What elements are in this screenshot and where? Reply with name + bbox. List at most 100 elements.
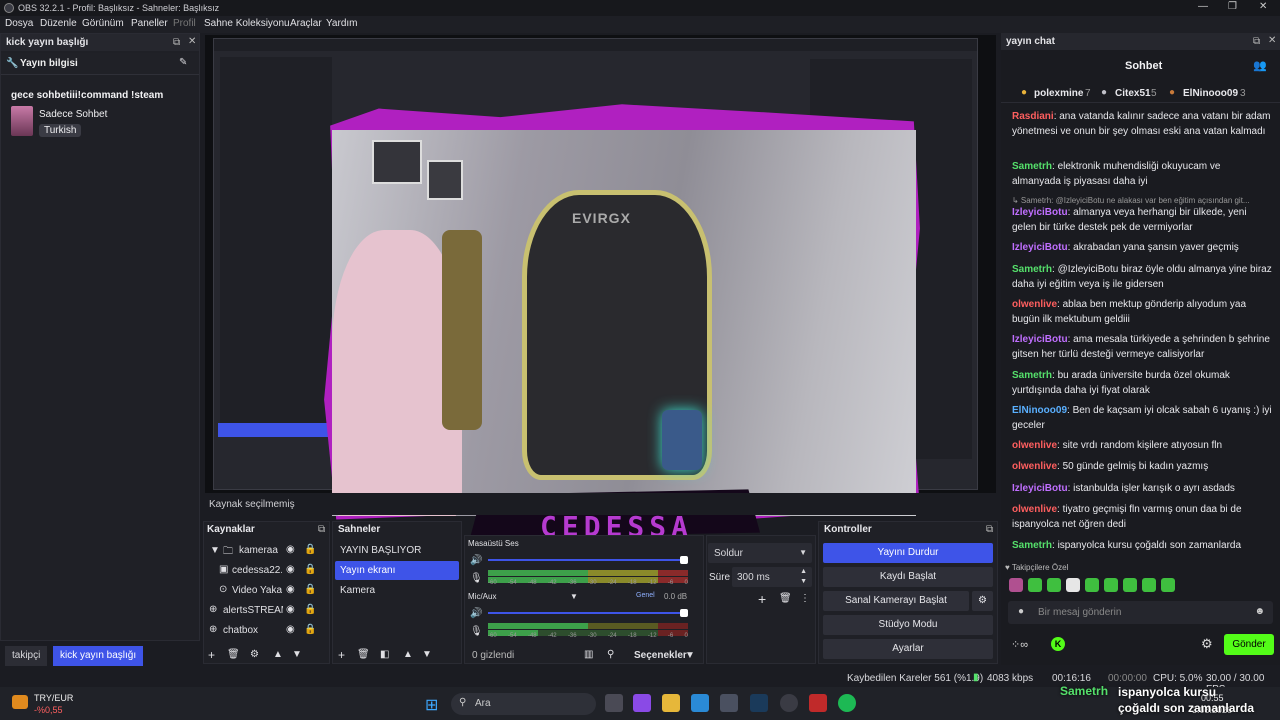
lock-icon[interactable]: 🔒 <box>304 604 316 615</box>
emote-icon[interactable] <box>1142 578 1156 592</box>
scene-item-selected[interactable]: Yayın ekranı <box>340 565 395 576</box>
filter-icon[interactable]: ◧ <box>380 649 389 660</box>
emote-icon[interactable] <box>1161 578 1175 592</box>
transition-select[interactable]: Soldur ▼ <box>708 543 812 563</box>
volume-slider-handle[interactable] <box>680 609 688 617</box>
source-item[interactable]: chatbox <box>223 625 258 636</box>
start-virtual-camera-button[interactable]: Sanal Kamerayı Başlat <box>823 591 969 611</box>
menu-scene-collection[interactable]: Sahne Koleksiyonu <box>204 18 290 29</box>
store-icon[interactable] <box>720 694 738 712</box>
mic-muted-icon[interactable]: 🎙 <box>470 626 483 637</box>
expand-icon[interactable]: ▼ <box>210 545 220 556</box>
lock-icon[interactable]: 🔒 <box>304 584 316 595</box>
volume-slider[interactable] <box>488 559 688 561</box>
trash-icon[interactable]: 🗑 <box>779 593 792 604</box>
layout-icon[interactable]: ▥ <box>584 649 593 660</box>
down-icon[interactable]: ▼ <box>292 649 302 660</box>
tab-kick-title[interactable]: kick yayın başlığı <box>53 646 144 666</box>
source-item[interactable]: alertsSTREAML <box>223 605 283 616</box>
mixer-options[interactable]: Seçenekler <box>634 650 687 661</box>
emoji-icon[interactable]: ☻ <box>1254 606 1265 617</box>
speaker-icon[interactable]: 🔊 <box>470 555 482 566</box>
source-item[interactable]: kameraa <box>239 545 278 556</box>
emote-icon[interactable] <box>1047 578 1061 592</box>
emote-icon[interactable] <box>1085 578 1099 592</box>
close-icon[interactable]: ✕ <box>1268 35 1276 46</box>
gear-icon[interactable]: ⚙ <box>250 649 259 660</box>
emote-icon[interactable] <box>1028 578 1042 592</box>
minimize-icon[interactable]: — <box>1198 1 1208 12</box>
users-icon[interactable]: 👥 <box>1253 59 1267 72</box>
add-icon[interactable]: + <box>758 591 766 607</box>
menu-file[interactable]: Dosya <box>5 18 33 29</box>
menu-edit[interactable]: Düzenle <box>40 18 77 29</box>
windows-start-icon[interactable]: ⊞ <box>425 695 438 715</box>
scene-item[interactable]: Kamera <box>340 585 375 596</box>
eye-icon[interactable]: ◉ <box>286 584 295 595</box>
edge-icon[interactable] <box>691 694 709 712</box>
close-icon[interactable]: ✕ <box>188 36 196 47</box>
source-item[interactable]: cedessa22.pi <box>232 565 282 576</box>
menu-docks[interactable]: Paneller <box>131 18 168 29</box>
gear-icon[interactable]: ⚙ <box>972 591 993 611</box>
add-icon[interactable]: + <box>208 648 215 662</box>
eye-icon[interactable]: ◉ <box>286 604 295 615</box>
down-icon[interactable]: ▼ <box>422 649 432 660</box>
chevron-down-icon[interactable]: ▼ <box>799 548 807 557</box>
start-recording-button[interactable]: Kaydı Başlat <box>823 567 993 587</box>
up-icon[interactable]: ▲ <box>403 649 413 660</box>
mic-muted-icon[interactable]: 🎙 <box>470 573 483 584</box>
stop-streaming-button[interactable]: Yayını Durdur <box>823 543 993 563</box>
folder-icon[interactable] <box>662 694 680 712</box>
float-icon[interactable]: ⧉ <box>318 524 325 535</box>
eye-icon[interactable]: ◉ <box>286 624 295 635</box>
emote-icon[interactable] <box>1104 578 1118 592</box>
link-icon[interactable]: ⚲ <box>607 649 614 660</box>
more-icon[interactable]: ⋮ <box>800 593 810 604</box>
emote-icon[interactable] <box>1123 578 1137 592</box>
spotify-icon[interactable] <box>838 694 856 712</box>
settings-button[interactable]: Ayarlar <box>823 639 993 659</box>
lock-icon[interactable]: 🔒 <box>304 564 316 575</box>
chat-input[interactable]: ● Bir mesaj gönderin ☻ <box>1008 601 1273 624</box>
menu-help[interactable]: Yardım <box>326 18 358 29</box>
eye-icon[interactable]: ◉ <box>286 544 295 555</box>
tab-takipci[interactable]: takipçi <box>5 646 48 666</box>
chevron-down-icon[interactable]: ▼ <box>685 650 695 661</box>
app-icon[interactable] <box>633 694 651 712</box>
up-icon[interactable]: ▲ <box>800 568 807 575</box>
down-icon[interactable]: ▼ <box>800 578 807 585</box>
app-icon[interactable] <box>809 694 827 712</box>
steam-icon[interactable] <box>750 694 768 712</box>
task-view-icon[interactable] <box>605 694 623 712</box>
duration-input[interactable]: 300 ms ▲ ▼ <box>732 567 812 587</box>
trash-icon[interactable]: 🗑 <box>227 649 240 660</box>
eye-icon[interactable]: ◉ <box>286 564 295 575</box>
search-box[interactable]: ⚲ Ara <box>451 693 596 715</box>
studio-mode-button[interactable]: Stüdyo Modu <box>823 615 993 635</box>
menu-profile[interactable]: Profil <box>173 18 196 29</box>
edit-icon[interactable]: ✎ <box>179 57 187 68</box>
scene-item[interactable]: YAYIN BAŞLIYOR <box>340 545 421 556</box>
up-icon[interactable]: ▲ <box>273 649 283 660</box>
volume-slider-handle[interactable] <box>680 556 688 564</box>
volume-slider[interactable] <box>488 612 688 614</box>
extras-icon[interactable]: ⁘∞ <box>1011 638 1028 651</box>
obs-icon[interactable] <box>780 694 798 712</box>
lock-icon[interactable]: 🔒 <box>304 544 316 555</box>
emote-icon[interactable] <box>1066 578 1080 592</box>
trash-icon[interactable]: 🗑 <box>357 649 370 660</box>
float-icon[interactable]: ⧉ <box>986 524 993 535</box>
chevron-down-icon[interactable]: ▼ <box>570 592 578 601</box>
float-icon[interactable]: ⧉ <box>1253 36 1260 47</box>
lock-icon[interactable]: 🔒 <box>304 624 316 635</box>
gear-icon[interactable]: ⚙ <box>1201 636 1213 652</box>
menu-view[interactable]: Görünüm <box>82 18 124 29</box>
menu-tools[interactable]: Araçlar <box>290 18 322 29</box>
emote-icon[interactable] <box>1009 578 1023 592</box>
source-item[interactable]: Video Yakala <box>232 585 282 596</box>
float-icon[interactable]: ⧉ <box>173 37 180 48</box>
send-button[interactable]: Gönder <box>1224 634 1274 655</box>
add-icon[interactable]: + <box>338 648 345 662</box>
speaker-icon[interactable]: 🔊 <box>470 608 482 619</box>
